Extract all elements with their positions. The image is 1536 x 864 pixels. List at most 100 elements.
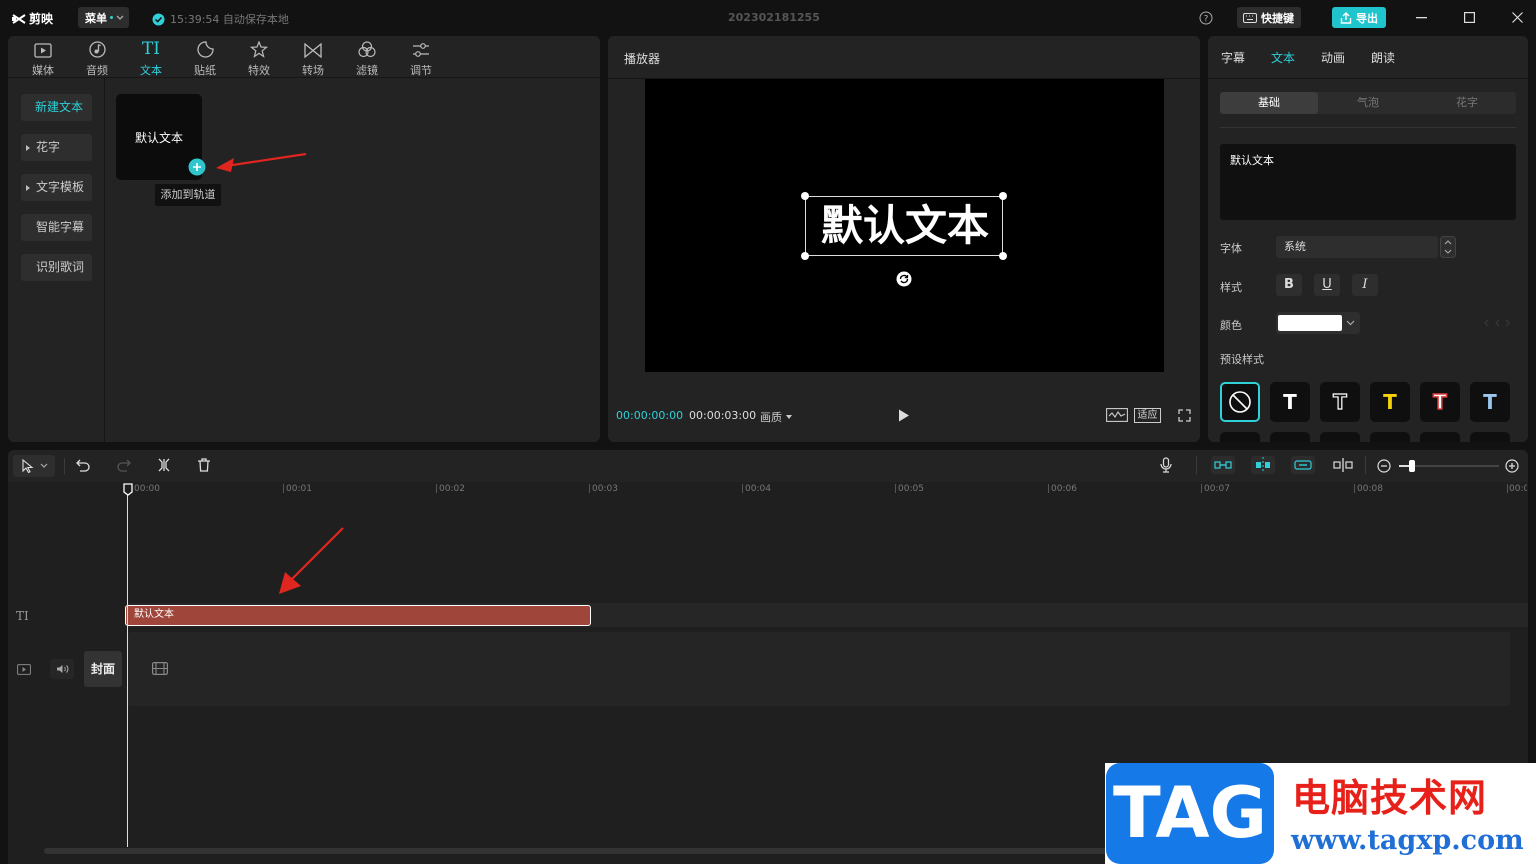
select-tool-dropdown[interactable] [13,455,55,477]
help-icon[interactable]: ? [1199,11,1213,25]
text-content-input[interactable]: 默认文本 [1220,144,1516,220]
preset-white[interactable]: T [1270,382,1310,422]
shortcut-button[interactable]: 快捷键 [1237,7,1301,28]
zoom-in-icon[interactable] [1505,459,1519,473]
preview-axis-icon[interactable] [1333,458,1353,472]
font-select[interactable]: 系统 [1276,236,1438,258]
tab-media[interactable]: 媒体 [16,36,70,78]
ruler-label: 00:08 [1357,484,1383,494]
preset-blue[interactable]: T [1470,382,1510,422]
undo-icon[interactable] [76,458,90,472]
main-video-track[interactable] [128,632,1510,706]
sidebar-item-text-template[interactable]: 文字模板 [21,174,92,201]
resize-handle[interactable] [999,252,1007,260]
rotate-icon[interactable] [896,271,912,287]
playhead-handle[interactable] [123,483,133,496]
preset-row2[interactable] [1420,432,1460,442]
subtab-basic[interactable]: 基础 [1220,92,1318,114]
preset-row2[interactable] [1270,432,1310,442]
snap-toggle[interactable] [1251,456,1275,474]
underline-button[interactable]: U [1314,274,1340,296]
tab-text-label: 文本 [140,64,162,77]
maximize-icon[interactable] [1464,12,1475,23]
font-stepper-icon[interactable] [1440,236,1456,258]
tab-filter-label: 滤镜 [356,64,378,77]
overlay-text[interactable]: 默认文本 [806,201,1004,251]
preset-outline[interactable]: T [1320,382,1360,422]
tab-animation[interactable]: 动画 [1321,49,1345,66]
zoom-slider-thumb[interactable] [1409,460,1415,472]
text-bounding-box[interactable]: 默认文本 [801,192,1007,260]
waveform-icon[interactable] [1106,408,1128,422]
close-icon[interactable] [1512,12,1523,23]
quality-dropdown[interactable]: 画质 [760,409,792,425]
redo-icon[interactable] [117,458,131,472]
italic-button[interactable]: I [1352,274,1378,296]
menu-button[interactable]: 菜单 [78,7,129,28]
tab-text-prop[interactable]: 文本 [1271,49,1295,66]
zoom-out-icon[interactable] [1377,459,1391,473]
tab-audio[interactable]: 音频 [70,36,124,78]
tab-effects[interactable]: 特效 [232,36,286,78]
preset-row2[interactable] [1370,432,1410,442]
preset-row2[interactable] [1470,432,1510,442]
color-label: 颜色 [1220,319,1242,332]
minimize-icon[interactable] [1416,17,1427,19]
add-plus-icon[interactable] [188,158,206,176]
subtab-bubble[interactable]: 气泡 [1319,92,1417,114]
material-panel: 媒体 音频 TI 文本 贴纸 特效 转场 滤镜 调节 新建文本 花字 文字模板 … [8,36,600,442]
preset-row2[interactable] [1320,432,1360,442]
tab-transition[interactable]: 转场 [286,36,340,78]
subtab-fancy[interactable]: 花字 [1418,92,1516,114]
tab-text[interactable]: TI 文本 [124,36,178,78]
color-picker[interactable] [1276,312,1360,334]
preset-yellow[interactable]: T [1370,382,1410,422]
resize-handle[interactable] [999,192,1007,200]
tab-filter[interactable]: 滤镜 [340,36,394,78]
capcut-logo-icon [12,13,26,24]
color-nav-arrows-icon[interactable] [1484,319,1514,327]
default-text-card[interactable]: 默认文本 [116,94,206,180]
sidebar-item-auto-captions[interactable]: 智能字幕 [21,214,92,241]
split-icon[interactable] [157,458,171,472]
fullscreen-icon[interactable] [1178,409,1191,422]
microphone-icon[interactable] [1159,457,1173,473]
autosave-status: 15:39:54 自动保存本地 [152,11,289,27]
zoom-slider-track[interactable] [1399,460,1499,472]
resize-handle[interactable] [801,192,809,200]
tab-subtitle[interactable]: 字幕 [1221,49,1245,66]
add-to-track-tooltip: 添加到轨道 [155,184,221,206]
export-button[interactable]: 导出 [1332,7,1386,28]
ratio-button[interactable]: 适应 [1134,408,1161,423]
resize-handle[interactable] [801,252,809,260]
play-icon[interactable] [898,409,910,422]
bold-button[interactable]: B [1276,274,1302,296]
cover-button[interactable]: 封面 [84,651,122,687]
linkage-toggle[interactable] [1291,456,1315,474]
app-name: 剪映 [29,12,54,26]
video-canvas[interactable]: 默认文本 [645,79,1164,372]
chevron-down-icon [116,15,124,20]
sidebar-item-new-text[interactable]: 新建文本 [21,94,92,121]
ruler-tick [742,484,743,493]
tab-read-aloud[interactable]: 朗读 [1371,49,1395,66]
auto-snap-toggle[interactable] [1211,456,1235,474]
tab-sticker[interactable]: 贴纸 [178,36,232,78]
export-label: 导出 [1356,11,1378,25]
none-icon [1229,391,1251,413]
ruler-tick [1048,484,1049,493]
preset-row2[interactable] [1220,432,1260,442]
delete-icon[interactable] [197,458,211,472]
mute-track-button[interactable] [50,659,74,679]
playhead-line[interactable] [127,491,128,847]
preset-red-outline[interactable]: T [1420,382,1460,422]
text-clip[interactable]: 默认文本 [125,605,591,626]
sidebar-item-lyrics[interactable]: 识别歌词 [21,254,92,281]
watermark-site-name: 电脑技术网 [1292,776,1488,820]
sidebar-item-fancy-text[interactable]: 花字 [21,134,92,161]
text-icon: TI [141,39,161,59]
menu-dot [110,16,113,19]
project-name: 202302181255 [728,11,820,24]
preset-none[interactable] [1220,382,1260,422]
tab-adjust[interactable]: 调节 [394,36,448,78]
